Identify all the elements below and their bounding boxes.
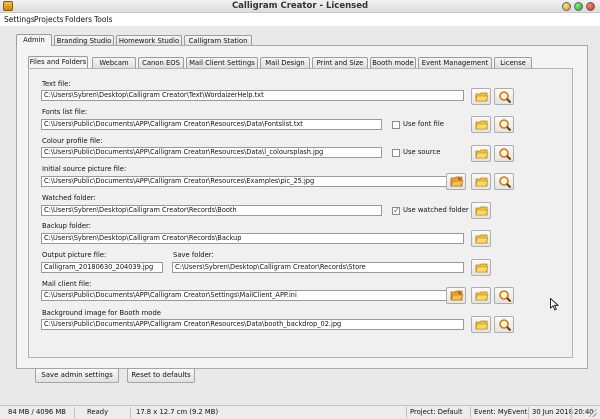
menu-tools[interactable]: Tools [94,15,112,24]
status-divider [130,407,131,418]
status-divider [528,407,529,418]
status-divider [406,407,407,418]
initial-source-browse-button[interactable] [471,173,491,190]
folder-icon [475,177,489,187]
colour-profile-browse-button[interactable] [471,145,491,162]
output-picture-field[interactable]: Calligram_20180630_204039.jpg [41,262,163,273]
ready-status: Ready [87,408,109,416]
folder-icon [475,149,489,159]
background-image-browse-button[interactable] [471,316,491,333]
text-file-field[interactable]: C:\Users\Sybren\Desktop\Calligram Creato… [41,90,464,101]
save-folder-field[interactable]: C:\Users\Sybren\Desktop\Calligram Creato… [172,262,464,273]
status-bar: 84 MB / 4096 MB Ready 17.8 x 12.7 cm (9.… [0,405,600,419]
magnifier-icon [499,148,512,161]
magnifier-icon [499,176,512,189]
folder-icon [475,206,489,216]
text-file-label: Text file: [42,80,71,88]
menu-folders[interactable]: Folders [65,15,92,24]
backup-folder-label: Backup folder: [42,222,91,230]
open-folder-icon [450,290,464,301]
tab-booth-mode[interactable]: Booth mode [370,57,416,68]
mail-client-browse-button[interactable] [471,287,491,304]
menu-projects[interactable]: Projects [34,15,64,24]
status-divider [74,407,75,418]
window-title: Calligram Creator - Licensed [231,1,369,11]
project-status: Project: Default [410,408,463,416]
background-image-label: Background image for Booth mode [42,309,161,317]
status-divider [571,407,572,418]
magnifier-icon [499,319,512,332]
date-status: 30 Jun 2018 [532,408,573,416]
text-file-view-button[interactable] [494,88,514,105]
event-status: Event: MyEvent [474,408,528,416]
use-watched-folder-checkbox[interactable] [392,206,400,215]
tab-event-management[interactable]: Event Management [418,57,492,68]
tab-canon-eos[interactable]: Canon EOS [138,57,184,68]
tab-print-and-size[interactable]: Print and Size [312,57,368,68]
watched-folder-label: Watched folder: [42,194,96,202]
use-font-file-checkbox[interactable] [392,121,400,129]
close-button[interactable] [586,2,595,11]
initial-source-view-button[interactable] [494,173,514,190]
mail-client-view-button[interactable] [494,287,514,304]
text-file-browse-button[interactable] [471,88,491,105]
folder-icon [475,120,489,130]
tab-mail-client-settings[interactable]: Mail Client Settings [186,57,258,68]
initial-source-label: Initial source picture file: [42,165,127,173]
picture-size-status: 17.8 x 12.7 cm (9.2 MB) [136,408,219,416]
fonts-list-field[interactable]: C:\Users\Public\Documents\APP\Calligram … [41,119,382,130]
title-bar: Calligram Creator - Licensed [0,0,600,13]
tab-mail-design[interactable]: Mail Design [260,57,310,68]
tab-files-and-folders[interactable]: Files and Folders [28,56,88,68]
mail-client-field[interactable]: C:\Users\Public\Documents\APP\Calligram … [41,290,464,301]
tab-license[interactable]: License [494,57,532,68]
magnifier-icon [499,290,512,303]
fonts-list-browse-button[interactable] [471,116,491,133]
fonts-list-view-button[interactable] [494,116,514,133]
tab-webcam[interactable]: Webcam [92,57,136,68]
colour-profile-view-button[interactable] [494,145,514,162]
folder-icon [475,263,489,273]
output-picture-label: Output picture file: [42,251,107,259]
use-font-file-label: Use font file [403,120,444,128]
mail-client-label: Mail client file: [42,280,92,288]
save-admin-settings-button[interactable]: Save admin settings [35,368,119,383]
initial-source-field[interactable]: C:\Users\Public\Documents\APP\Calligram … [41,176,464,187]
menu-bar: Settings Projects Folders Tools [0,14,600,26]
background-image-view-button[interactable] [494,316,514,333]
save-folder-label: Save folder: [173,251,214,259]
backup-folder-browse-button[interactable] [471,230,491,247]
colour-profile-label: Colour profile file: [42,137,103,145]
folder-icon [475,92,489,102]
reset-to-defaults-button[interactable]: Reset to defaults [127,368,195,383]
status-divider [470,407,471,418]
watched-folder-field[interactable]: C:\Users\Sybren\Desktop\Calligram Creato… [41,205,382,216]
backup-folder-field[interactable]: C:\Users\Sybren\Desktop\Calligram Creato… [41,233,464,244]
watched-folder-browse-button[interactable] [471,202,491,219]
use-source-label: Use source [403,148,441,156]
tab-admin[interactable]: Admin [16,34,52,46]
background-image-field[interactable]: C:\Users\Public\Documents\APP\Calligram … [41,319,464,330]
use-source-checkbox[interactable] [392,149,400,157]
minimize-button[interactable] [562,2,571,11]
mail-client-open-button[interactable] [446,287,466,304]
folder-icon [475,320,489,330]
save-folder-browse-button[interactable] [471,259,491,276]
mouse-cursor-icon [550,298,559,311]
magnifier-icon [499,119,512,132]
memory-status: 84 MB / 4096 MB [8,408,66,416]
colour-profile-field[interactable]: C:\Users\Public\Documents\APP\Calligram … [41,147,382,158]
use-watched-folder-label: Use watched folder [403,206,469,214]
fonts-list-label: Fonts list file: [42,108,88,116]
magnifier-icon [499,91,512,104]
folder-icon [475,291,489,301]
initial-source-open-button[interactable] [446,173,466,190]
menu-settings[interactable]: Settings [4,15,35,24]
folder-icon [475,234,489,244]
resize-grip[interactable] [589,409,597,417]
open-folder-icon [450,176,464,187]
maximize-button[interactable] [574,2,583,11]
